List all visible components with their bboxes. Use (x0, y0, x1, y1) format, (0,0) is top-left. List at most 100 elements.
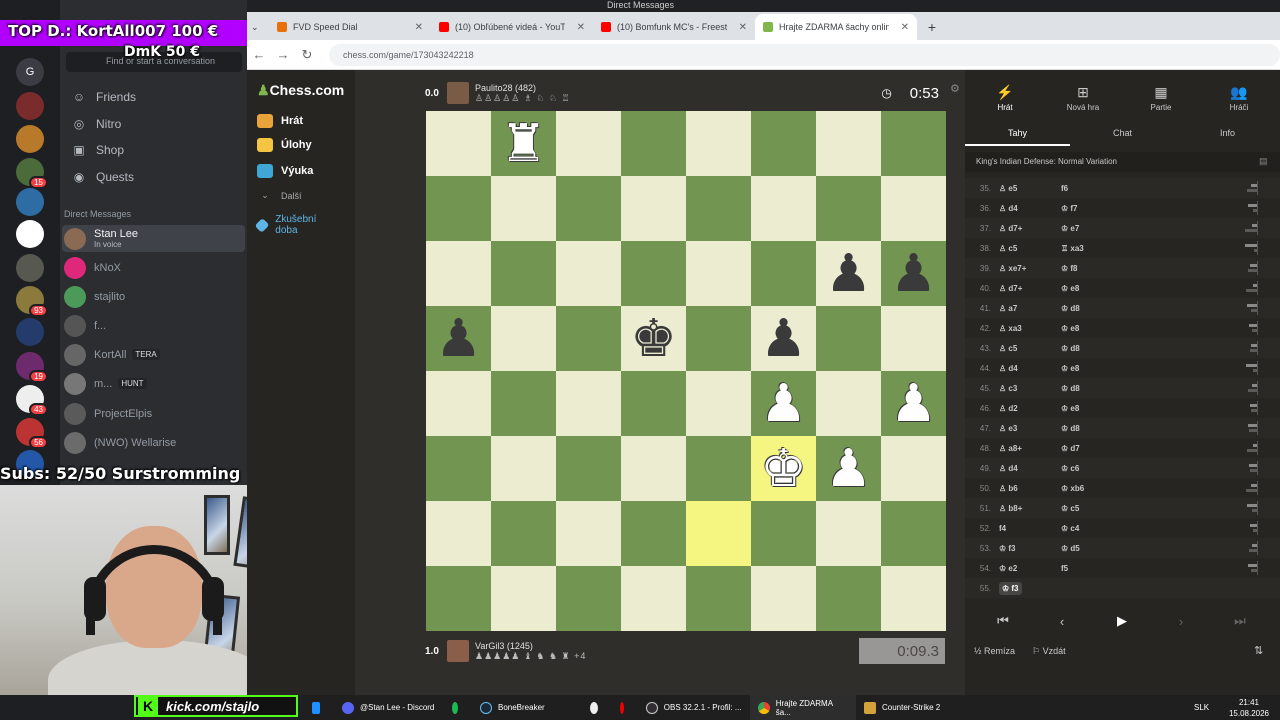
board-square[interactable] (686, 176, 751, 241)
dm-item[interactable]: stajlito (62, 283, 245, 310)
white-move[interactable]: ♔ f3 (999, 544, 1061, 553)
board-square[interactable] (686, 371, 751, 436)
close-icon[interactable]: ✕ (901, 22, 909, 33)
board-square[interactable] (426, 176, 491, 241)
black-move[interactable]: ♖ xa3 (1061, 244, 1123, 253)
nav-learn[interactable]: Výuka (257, 164, 313, 178)
nav-nitro[interactable]: ◎ Nitro (66, 112, 241, 136)
board-square[interactable] (816, 306, 881, 371)
nav-play[interactable]: Hrát (257, 114, 303, 128)
white-move[interactable]: ♙ b6 (999, 484, 1061, 493)
white-pawn[interactable]: ♟ (760, 378, 807, 430)
tab-list-button[interactable]: ⌄ (247, 14, 269, 40)
board-square[interactable] (686, 306, 751, 371)
avatar[interactable] (447, 82, 469, 104)
black-move[interactable]: ♔ f7 (1061, 204, 1123, 213)
dm-item[interactable]: (NWO) Wellarise (62, 429, 245, 456)
white-move[interactable]: ♙ xe7+ (999, 264, 1061, 273)
dm-item[interactable]: Stan Lee In voice (62, 225, 245, 252)
player-name[interactable]: Paulito28 (482) (475, 83, 571, 93)
dm-item[interactable]: f... (62, 312, 245, 339)
server-icon[interactable] (16, 92, 44, 120)
board-square[interactable] (686, 111, 751, 176)
white-move[interactable]: ♙ d2 (999, 404, 1061, 413)
server-icon[interactable]: 93 (16, 286, 48, 317)
board-square[interactable] (881, 111, 946, 176)
board-square[interactable]: ♟ (816, 241, 881, 306)
white-move[interactable]: ♙ d4 (999, 464, 1061, 473)
black-move[interactable]: ♔ xb6 (1061, 484, 1123, 493)
board-square[interactable] (426, 241, 491, 306)
white-pawn[interactable]: ♟ (890, 378, 937, 430)
black-pawn[interactable]: ♟ (890, 248, 937, 300)
board-square[interactable]: ♚ (621, 306, 686, 371)
tab-info[interactable]: Info (1175, 128, 1280, 138)
player-name[interactable]: VarGil3 (1245) (475, 641, 586, 651)
board-square[interactable] (556, 566, 621, 631)
board-square[interactable] (881, 501, 946, 566)
black-move[interactable]: ♔ c4 (1061, 524, 1123, 533)
white-move[interactable]: ♙ xa3 (999, 324, 1061, 333)
tab-players[interactable]: 👥 Hráči (1204, 84, 1274, 112)
tab-moves[interactable]: Tahy (965, 128, 1070, 146)
server-icon[interactable] (16, 220, 44, 248)
browser-tab[interactable]: (10) Obľúbené videá - YouTube ✕ (431, 14, 593, 40)
board-square[interactable] (426, 371, 491, 436)
dm-item[interactable]: m... HUNT (62, 370, 245, 397)
server-icon[interactable]: 56 (16, 418, 48, 449)
board-square[interactable] (751, 566, 816, 631)
tab-new-game[interactable]: ⊞ Nová hra (1048, 84, 1118, 112)
back-icon[interactable]: ← (247, 47, 271, 62)
nav-quests[interactable]: ◉ Quests (66, 165, 241, 189)
white-move[interactable]: ♔ f3 (999, 581, 1022, 595)
white-move[interactable]: ♙ d4 (999, 204, 1061, 213)
board-square[interactable]: ♟ (881, 241, 946, 306)
browser-tab[interactable]: (10) Bomfunk MC's - Freestyler ✕ (593, 14, 755, 40)
board-square[interactable] (751, 241, 816, 306)
board-square[interactable]: ♟ (426, 306, 491, 371)
white-move[interactable]: ♙ a7 (999, 304, 1061, 313)
server-icon[interactable]: 19 (16, 352, 48, 383)
nav-puzzles[interactable]: Úlohy (257, 138, 312, 152)
white-move[interactable]: ♙ c5 (999, 244, 1061, 253)
white-move[interactable]: ♙ d7+ (999, 284, 1061, 293)
taskbar-app[interactable] (444, 695, 472, 720)
board-square[interactable] (556, 176, 621, 241)
board-square[interactable] (491, 306, 556, 371)
last-move-button[interactable]: ⏭ (1214, 608, 1266, 634)
black-move[interactable]: ♔ d8 (1061, 344, 1123, 353)
black-pawn[interactable]: ♟ (760, 313, 807, 365)
server-icon[interactable]: G (16, 58, 44, 86)
board-square[interactable]: ♟ (881, 371, 946, 436)
board-square[interactable] (556, 371, 621, 436)
tab-games[interactable]: ▦ Partie (1126, 84, 1196, 112)
board-square[interactable] (621, 371, 686, 436)
board-square[interactable] (816, 501, 881, 566)
next-move-button[interactable]: › (1155, 608, 1207, 634)
board-square[interactable] (881, 306, 946, 371)
black-pawn[interactable]: ♟ (435, 313, 482, 365)
white-move[interactable]: ♙ e5 (999, 184, 1061, 193)
white-move[interactable]: ♙ c3 (999, 384, 1061, 393)
black-king[interactable]: ♚ (630, 313, 677, 365)
board-square[interactable] (751, 111, 816, 176)
white-move[interactable]: ♙ c5 (999, 344, 1061, 353)
board-square[interactable] (816, 176, 881, 241)
board-square[interactable] (491, 241, 556, 306)
board-square[interactable] (621, 111, 686, 176)
black-move[interactable]: ♔ d5 (1061, 544, 1123, 553)
language-indicator[interactable]: SLK (1186, 695, 1218, 720)
app-icon[interactable] (304, 695, 334, 720)
taskbar-chrome[interactable]: Hrajte ZDARMA ša... (750, 695, 856, 720)
board-square[interactable] (621, 501, 686, 566)
white-move[interactable]: ♙ a8+ (999, 444, 1061, 453)
server-icon[interactable] (16, 254, 44, 282)
board-square[interactable] (556, 241, 621, 306)
black-move[interactable]: ♔ d8 (1061, 384, 1123, 393)
board-square[interactable] (686, 241, 751, 306)
new-tab-button[interactable]: + (917, 14, 947, 40)
forward-icon[interactable]: → (271, 47, 295, 62)
browser-tab-active[interactable]: Hrajte ZDARMA šachy online ✕ (755, 14, 917, 40)
board-square[interactable]: ♜ (491, 111, 556, 176)
board-square[interactable] (816, 371, 881, 436)
